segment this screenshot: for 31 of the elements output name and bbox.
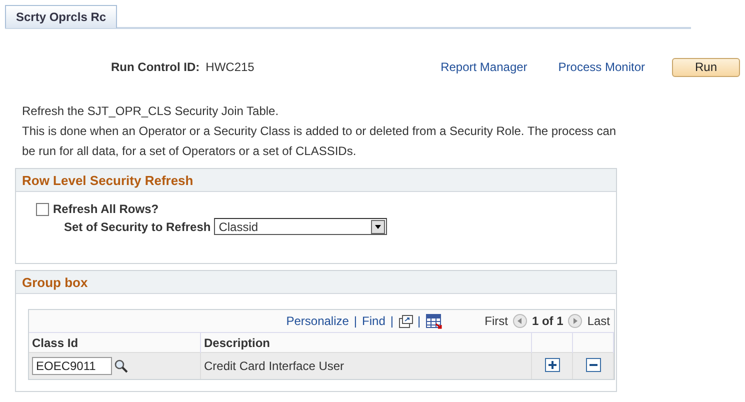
run-control-label: Run Control ID:: [111, 60, 200, 74]
checkbox[interactable]: [36, 202, 49, 216]
table-cell: Credit Card Interface User: [204, 359, 344, 373]
row-count: 1 of 1: [532, 314, 564, 328]
field-label: Set of Security to Refresh: [64, 220, 211, 234]
search-icon[interactable]: [114, 359, 128, 373]
column-header: Description: [200, 332, 532, 352]
description-text: Refresh the SJT_OPR_CLS Security Join Table.: [22, 103, 280, 120]
section-title: Group box: [22, 274, 88, 290]
column-header: Class Id: [29, 332, 200, 352]
separator: |: [354, 314, 358, 328]
section-title: Row Level Security Refresh: [22, 172, 194, 188]
input-field[interactable]: EOEC9011: [32, 357, 112, 375]
delete-row-icon[interactable]: [586, 358, 600, 372]
grid-download-icon[interactable]: [426, 314, 442, 328]
dropdown[interactable]: Classid: [214, 218, 387, 235]
add-row-icon[interactable]: [544, 358, 560, 372]
link[interactable]: Process Monitor: [558, 60, 645, 74]
tab[interactable]: Scrty Oprcls Rc: [5, 5, 118, 28]
separator: |: [418, 314, 421, 328]
find-link[interactable]: Find: [362, 314, 386, 328]
description-text: This is done when an Operator or a Security Class is added to or deleted from a Security Role. The process can be run for all data, for a set of Operators or a set of CLASSIDs.: [22, 123, 618, 160]
link[interactable]: Report Manager: [440, 60, 528, 74]
first-label: First: [484, 314, 508, 328]
run-control-value: HWC215: [206, 60, 254, 74]
personalize-link[interactable]: Personalize: [286, 314, 349, 328]
last-label: Last: [587, 314, 610, 328]
new-window-icon[interactable]: [398, 314, 413, 328]
checkbox-label: Refresh All Rows?: [53, 202, 159, 216]
run-button[interactable]: Run: [672, 58, 740, 76]
separator: |: [390, 314, 394, 328]
